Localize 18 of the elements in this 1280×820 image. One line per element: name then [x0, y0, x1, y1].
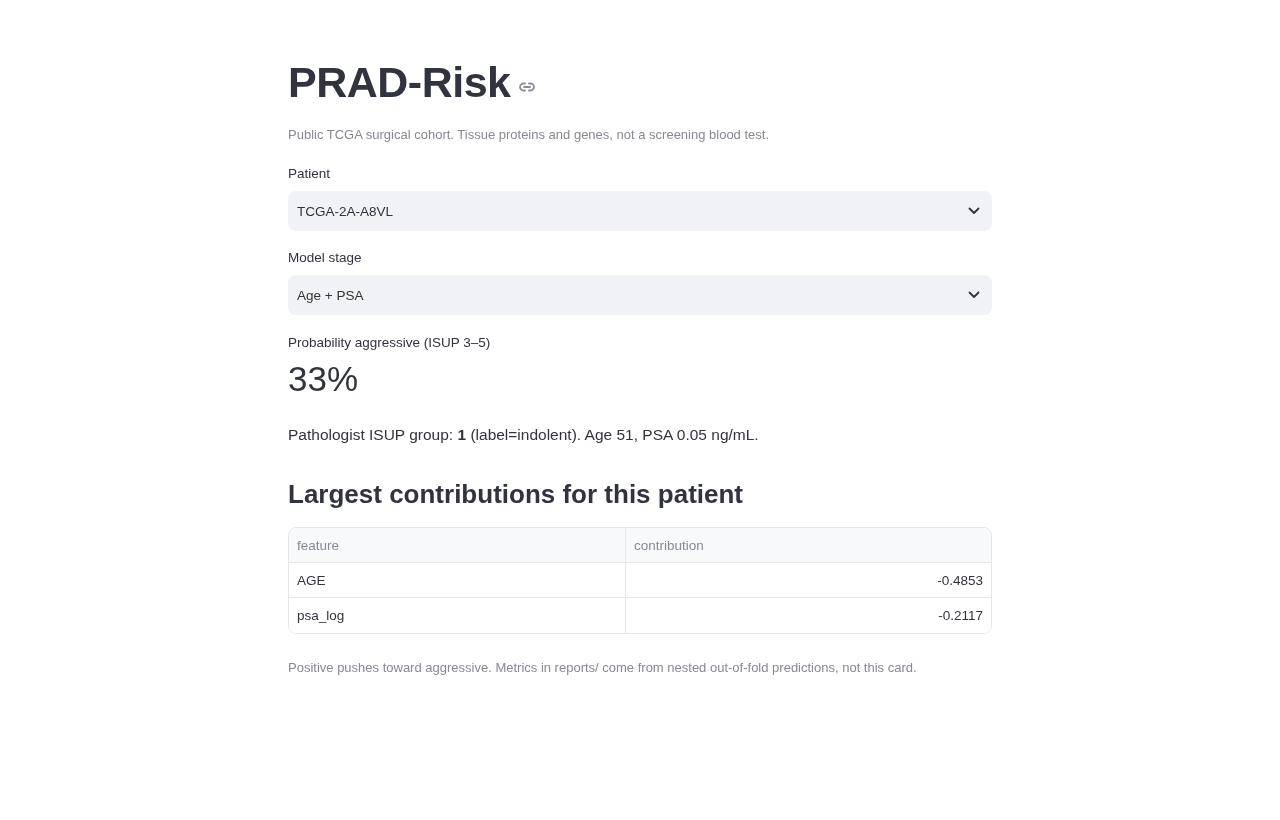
caption-text: Public TCGA surgical cohort. Tissue proteins and genes, not a screening blood test. [288, 126, 771, 144]
chevron-down-icon [968, 291, 980, 299]
table-cell: psa_log [289, 598, 626, 633]
chevron-down-icon [968, 207, 980, 215]
field-label: Model stage [288, 249, 363, 267]
metric-label: Probability aggressive (ISUP 3–5) [288, 334, 492, 352]
field-label: Patient [288, 165, 332, 183]
footnote-text: Positive pushes toward aggressive. Metrics in reports/ come from nested out-of-fold predictions, not this card. [288, 659, 918, 677]
page-title: PRAD-Risk [288, 57, 511, 108]
table-cell: AGE [289, 563, 626, 598]
section-heading: Largest contributions for this patient [288, 478, 744, 511]
column-header: contribution [626, 528, 991, 563]
dropdown-field[interactable]: Age + PSA [288, 275, 992, 315]
column-header: feature [289, 528, 626, 563]
dropdown-field[interactable]: TCGA-2A-A8VL [288, 191, 992, 231]
summary-text: Pathologist ISUP group: 1 (label=indolent). Age 51, PSA 0.05 ng/mL. [288, 425, 760, 445]
link-icon[interactable] [518, 81, 535, 92]
metric-value: 33% [288, 358, 360, 400]
